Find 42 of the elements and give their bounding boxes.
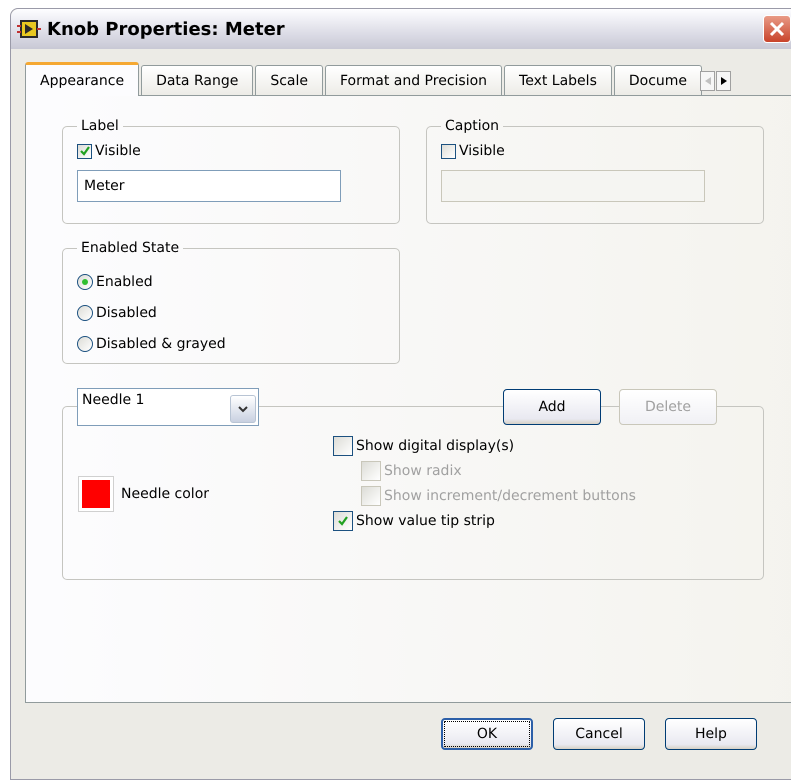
tab[interactable]: Format and Precision bbox=[324, 65, 502, 95]
radio-label: Disabled & grayed bbox=[96, 336, 226, 352]
radio-button[interactable] bbox=[77, 274, 93, 290]
radio-button[interactable] bbox=[77, 336, 93, 352]
group-title: Caption bbox=[444, 118, 500, 134]
left-arrow-icon bbox=[704, 77, 711, 85]
checkbox[interactable] bbox=[333, 510, 353, 530]
right-arrow-icon bbox=[720, 77, 727, 85]
tab[interactable]: Text Labels bbox=[504, 65, 612, 95]
add-button[interactable]: Add bbox=[503, 389, 601, 425]
checkbox-label: Show radix bbox=[384, 462, 462, 478]
close-icon bbox=[768, 20, 786, 38]
close-button[interactable] bbox=[763, 15, 791, 43]
group-title: Label bbox=[80, 118, 120, 134]
checkbox-label: Visible bbox=[459, 143, 505, 159]
radio-label: Disabled bbox=[96, 304, 157, 320]
checkbox[interactable] bbox=[333, 436, 353, 456]
window-title: Knob Properties: Meter bbox=[47, 18, 285, 40]
checkbox-label: Show increment/decrement buttons bbox=[384, 488, 636, 504]
dialog-button[interactable]: Cancel bbox=[553, 718, 645, 750]
tab[interactable]: Docume bbox=[614, 65, 702, 95]
checkbox-label: Show value tip strip bbox=[356, 512, 495, 528]
caret-icon bbox=[238, 406, 248, 412]
color-label: Needle color bbox=[121, 486, 210, 502]
needle-dropdown[interactable]: Needle 1 bbox=[77, 388, 259, 426]
radio-button[interactable] bbox=[77, 304, 93, 320]
group-title: Enabled State bbox=[80, 240, 180, 256]
scroll-right-button[interactable] bbox=[716, 71, 732, 91]
color-swatch[interactable] bbox=[79, 477, 113, 511]
dialog-button[interactable]: OK bbox=[441, 718, 533, 750]
dialog-button[interactable]: Help bbox=[665, 718, 757, 750]
tab[interactable]: Appearance bbox=[25, 62, 140, 96]
checkmark-icon bbox=[337, 514, 349, 526]
checkbox-label: Visible bbox=[95, 143, 141, 159]
label-field[interactable]: Meter bbox=[77, 170, 341, 202]
checkbox[interactable] bbox=[77, 144, 92, 158]
checkbox-label: Show digital display(s) bbox=[356, 438, 514, 454]
checkmark-icon bbox=[78, 145, 90, 157]
app-icon bbox=[17, 19, 41, 39]
radio-label: Enabled bbox=[96, 274, 153, 290]
tab[interactable]: Data Range bbox=[141, 65, 254, 95]
tab[interactable]: Scale bbox=[255, 65, 323, 95]
